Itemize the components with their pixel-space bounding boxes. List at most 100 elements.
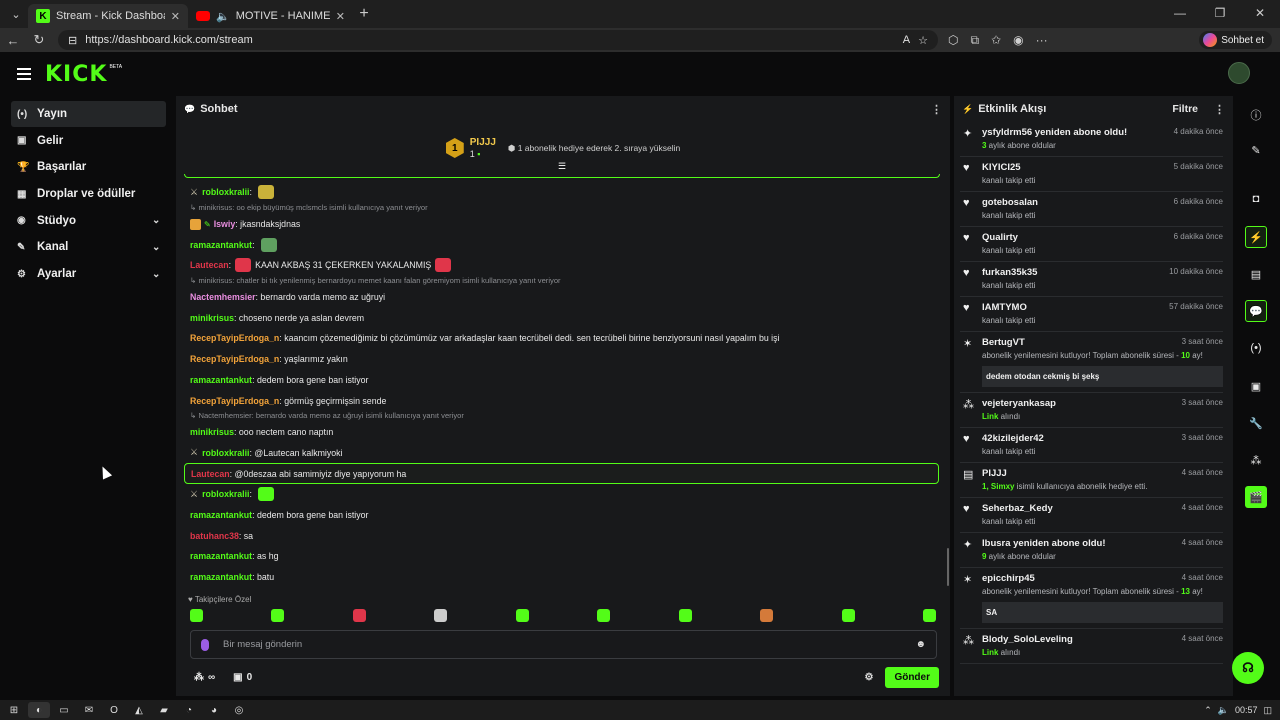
event-user[interactable]: Blody_SoloLeveling xyxy=(982,634,1073,645)
feed-event[interactable]: ✶ BertugVT 3 saat önce abonelik yenilemes… xyxy=(960,332,1223,393)
chat-message[interactable]: RecepTayipErdoga_n: görmüş geçirmişsin s… xyxy=(184,390,939,411)
volume-icon[interactable]: 🔈 xyxy=(1218,705,1229,716)
chat-message[interactable]: Lautecan: @0deszaa abi samimiyiz diye ya… xyxy=(184,463,939,484)
tab-kick-dashboard[interactable]: K Stream - Kick Dashboard ✕ xyxy=(28,4,188,28)
reply-context[interactable]: ↳ minikrisus: oo ekip büyümüş mclsmcls i… xyxy=(184,203,939,214)
sidebar-item-5[interactable]: ✎ Kanal ⌄ xyxy=(11,234,166,260)
gift-count-footer[interactable]: ▣ 0 xyxy=(233,672,252,683)
obs-icon[interactable]: ◎ xyxy=(228,702,250,718)
edit-icon[interactable]: ✎ xyxy=(1245,139,1267,161)
maximize-icon[interactable]: ❐ xyxy=(1200,0,1240,28)
info-icon[interactable]: ⓘ xyxy=(1245,104,1267,126)
favorite-star-icon[interactable]: ☆ xyxy=(918,34,928,47)
chat-username[interactable]: ramazantankut xyxy=(190,240,252,250)
feed-event[interactable]: ✶ epicchirp45 4 saat önce abonelik yenile… xyxy=(960,568,1223,629)
chat-username[interactable]: minikrisus xyxy=(190,427,234,437)
chat-username[interactable]: robloxkralii xyxy=(202,187,249,197)
tab-motive[interactable]: 🔈 MOTIVE - HANIMEFENDİ (Offi ✕ xyxy=(188,4,353,28)
drops-icon[interactable]: ⁂ xyxy=(1245,449,1267,471)
close-tab-icon[interactable]: ✕ xyxy=(171,10,180,23)
chat-options-icon[interactable]: ⋮ xyxy=(931,103,942,116)
chat-username[interactable]: Lautecan xyxy=(191,469,230,479)
quick-emote-icon[interactable] xyxy=(271,609,285,622)
event-user[interactable]: epicchirp45 xyxy=(982,573,1035,584)
steam-icon[interactable]: ◔ xyxy=(178,702,200,718)
chat-input[interactable]: Bir mesaj gönderin ☻ xyxy=(190,630,937,659)
tray-chevron-icon[interactable]: ⌃ xyxy=(1204,705,1212,716)
chat-username[interactable]: ramazantankut xyxy=(190,572,252,582)
read-aloud-icon[interactable]: A xyxy=(903,34,910,46)
close-tab-icon[interactable]: ✕ xyxy=(336,10,345,23)
chat-message[interactable]: ramazantankut: dedem bora gene ban istiy… xyxy=(184,370,939,391)
windows-start-icon[interactable]: ⊞ xyxy=(3,702,25,718)
quick-emote-icon[interactable] xyxy=(597,609,611,622)
clips-icon[interactable]: 🎬 xyxy=(1245,486,1267,508)
activity-feed-toggle-icon[interactable]: ⚡ xyxy=(1245,226,1267,248)
favorites-icon[interactable]: ✩ xyxy=(991,33,1001,47)
camera-icon[interactable]: ◘ xyxy=(1245,188,1267,210)
notification-icon[interactable]: ◫ xyxy=(1263,705,1272,716)
broadcast-toggle-icon[interactable]: (•) xyxy=(1245,337,1267,359)
chat-username[interactable]: Lautecan xyxy=(190,260,229,270)
chat-username[interactable]: minikrisus xyxy=(190,313,234,323)
quick-emote-icon[interactable] xyxy=(190,609,203,622)
chat-message[interactable]: ⚔ robloxkralii: xyxy=(184,182,939,203)
event-user[interactable]: vejeteryankasap xyxy=(982,398,1056,409)
event-user[interactable]: PIJJJ xyxy=(982,468,1007,479)
layout-icon[interactable]: ▣ xyxy=(1245,375,1267,397)
discord-icon[interactable]: ◕ xyxy=(203,702,225,718)
event-user[interactable]: ysfyldrm56 yeniden abone oldu! xyxy=(982,127,1127,138)
feed-event[interactable]: ♥ gotebosalan 6 dakika önce kanalı takip … xyxy=(960,192,1223,227)
sidebar-item-6[interactable]: ⚙ Ayarlar ⌄ xyxy=(11,261,166,287)
chat-message[interactable]: ramazantankut: dedem bora gene ban istiy… xyxy=(184,505,939,526)
feed-event[interactable]: ♥ IAMTYMO 57 dakika önce kanalı takip ett… xyxy=(960,297,1223,332)
kick-logo[interactable]: KICK xyxy=(45,62,107,87)
send-button[interactable]: Gönder xyxy=(885,666,939,688)
copilot-button[interactable]: Sohbet et xyxy=(1199,31,1272,49)
tools-icon[interactable]: 🔧 xyxy=(1245,412,1267,434)
sidebar-item-0[interactable]: (•) Yayın xyxy=(11,101,166,127)
reply-context[interactable]: ↳ minikrisus: chatler bi tık yenilenmiş … xyxy=(184,276,939,287)
chat-username[interactable]: ramazantankut xyxy=(190,375,252,385)
quick-emote-icon[interactable] xyxy=(841,609,855,622)
event-user[interactable]: BertugVT xyxy=(982,337,1025,348)
event-user[interactable]: IAMTYMO xyxy=(982,302,1027,313)
vscode-icon[interactable]: ◭ xyxy=(128,702,150,718)
more-menu-icon[interactable]: ··· xyxy=(1036,33,1048,47)
tab-list-button[interactable]: ⌄ xyxy=(4,3,28,25)
microphone-icon[interactable] xyxy=(201,638,209,651)
sidebar-item-1[interactable]: ▣ Gelir xyxy=(11,128,166,154)
quick-emote-icon[interactable] xyxy=(352,609,366,622)
hamburger-menu-icon[interactable] xyxy=(17,68,31,80)
quick-emote-icon[interactable] xyxy=(678,609,692,622)
chat-message[interactable]: Lautecan: KAAN AKBAŞ 31 ÇEKERKEN YAKALANM… xyxy=(184,255,939,276)
new-tab-button[interactable]: + xyxy=(353,5,375,23)
chat-message[interactable]: RecepTayipErdoga_n: kaancım çözemediğimi… xyxy=(184,328,939,349)
quick-emote-icon[interactable] xyxy=(515,609,529,622)
feed-event[interactable]: ♥ Seherbaz_Kedy 4 saat önce kanalı takip … xyxy=(960,498,1223,533)
feed-event[interactable]: ✦ Ibusra yeniden abone oldu! 4 saat önce … xyxy=(960,533,1223,568)
chat-username[interactable]: ramazantankut xyxy=(190,510,252,520)
close-window-icon[interactable]: ✕ xyxy=(1240,0,1280,28)
feed-event[interactable]: ⁂ Blody_SoloLeveling 4 saat önce Link alı… xyxy=(960,629,1223,664)
reply-context[interactable]: ↳ Nactemhemsier: bernardo varda memo az … xyxy=(184,411,939,422)
filter-button[interactable]: Filtre xyxy=(1172,103,1198,115)
chat-message[interactable]: ⚔ robloxkralii: @Lautecan kalkmiyoki xyxy=(184,443,939,464)
chevron-down-icon[interactable]: ⌄ xyxy=(152,215,166,226)
chat-settings-icon[interactable]: ⚙ xyxy=(864,672,873,683)
feed-event[interactable]: ♥ furkan35k35 10 dakika önce kanalı takip… xyxy=(960,262,1223,297)
url-field[interactable]: ⊟ https://dashboard.kick.com/stream A ☆ xyxy=(58,30,938,50)
profile-avatar-icon[interactable]: ◉ xyxy=(1013,33,1023,47)
chat-username[interactable]: robloxkralii xyxy=(202,448,249,458)
reload-icon[interactable]: ↻ xyxy=(26,32,52,48)
speaker-icon[interactable]: 🔈 xyxy=(216,10,230,23)
emoji-picker-icon[interactable]: ☻ xyxy=(915,639,926,650)
clock-time[interactable]: 00:57 xyxy=(1235,705,1258,715)
feed-event[interactable]: ▤ PIJJJ 4 saat önce 1, Simxy isimli kulla… xyxy=(960,463,1223,498)
event-user[interactable]: gotebosalan xyxy=(982,197,1038,208)
viewer-count[interactable]: ⁂ ∞ xyxy=(194,672,215,683)
chat-message[interactable]: Nactemhemsier: bernardo varda memo az uğ… xyxy=(184,287,939,308)
mail-icon[interactable]: ✉ xyxy=(78,702,100,718)
sidebar-item-2[interactable]: 🏆 Başarılar xyxy=(11,154,166,180)
event-user[interactable]: Seherbaz_Kedy xyxy=(982,503,1053,514)
